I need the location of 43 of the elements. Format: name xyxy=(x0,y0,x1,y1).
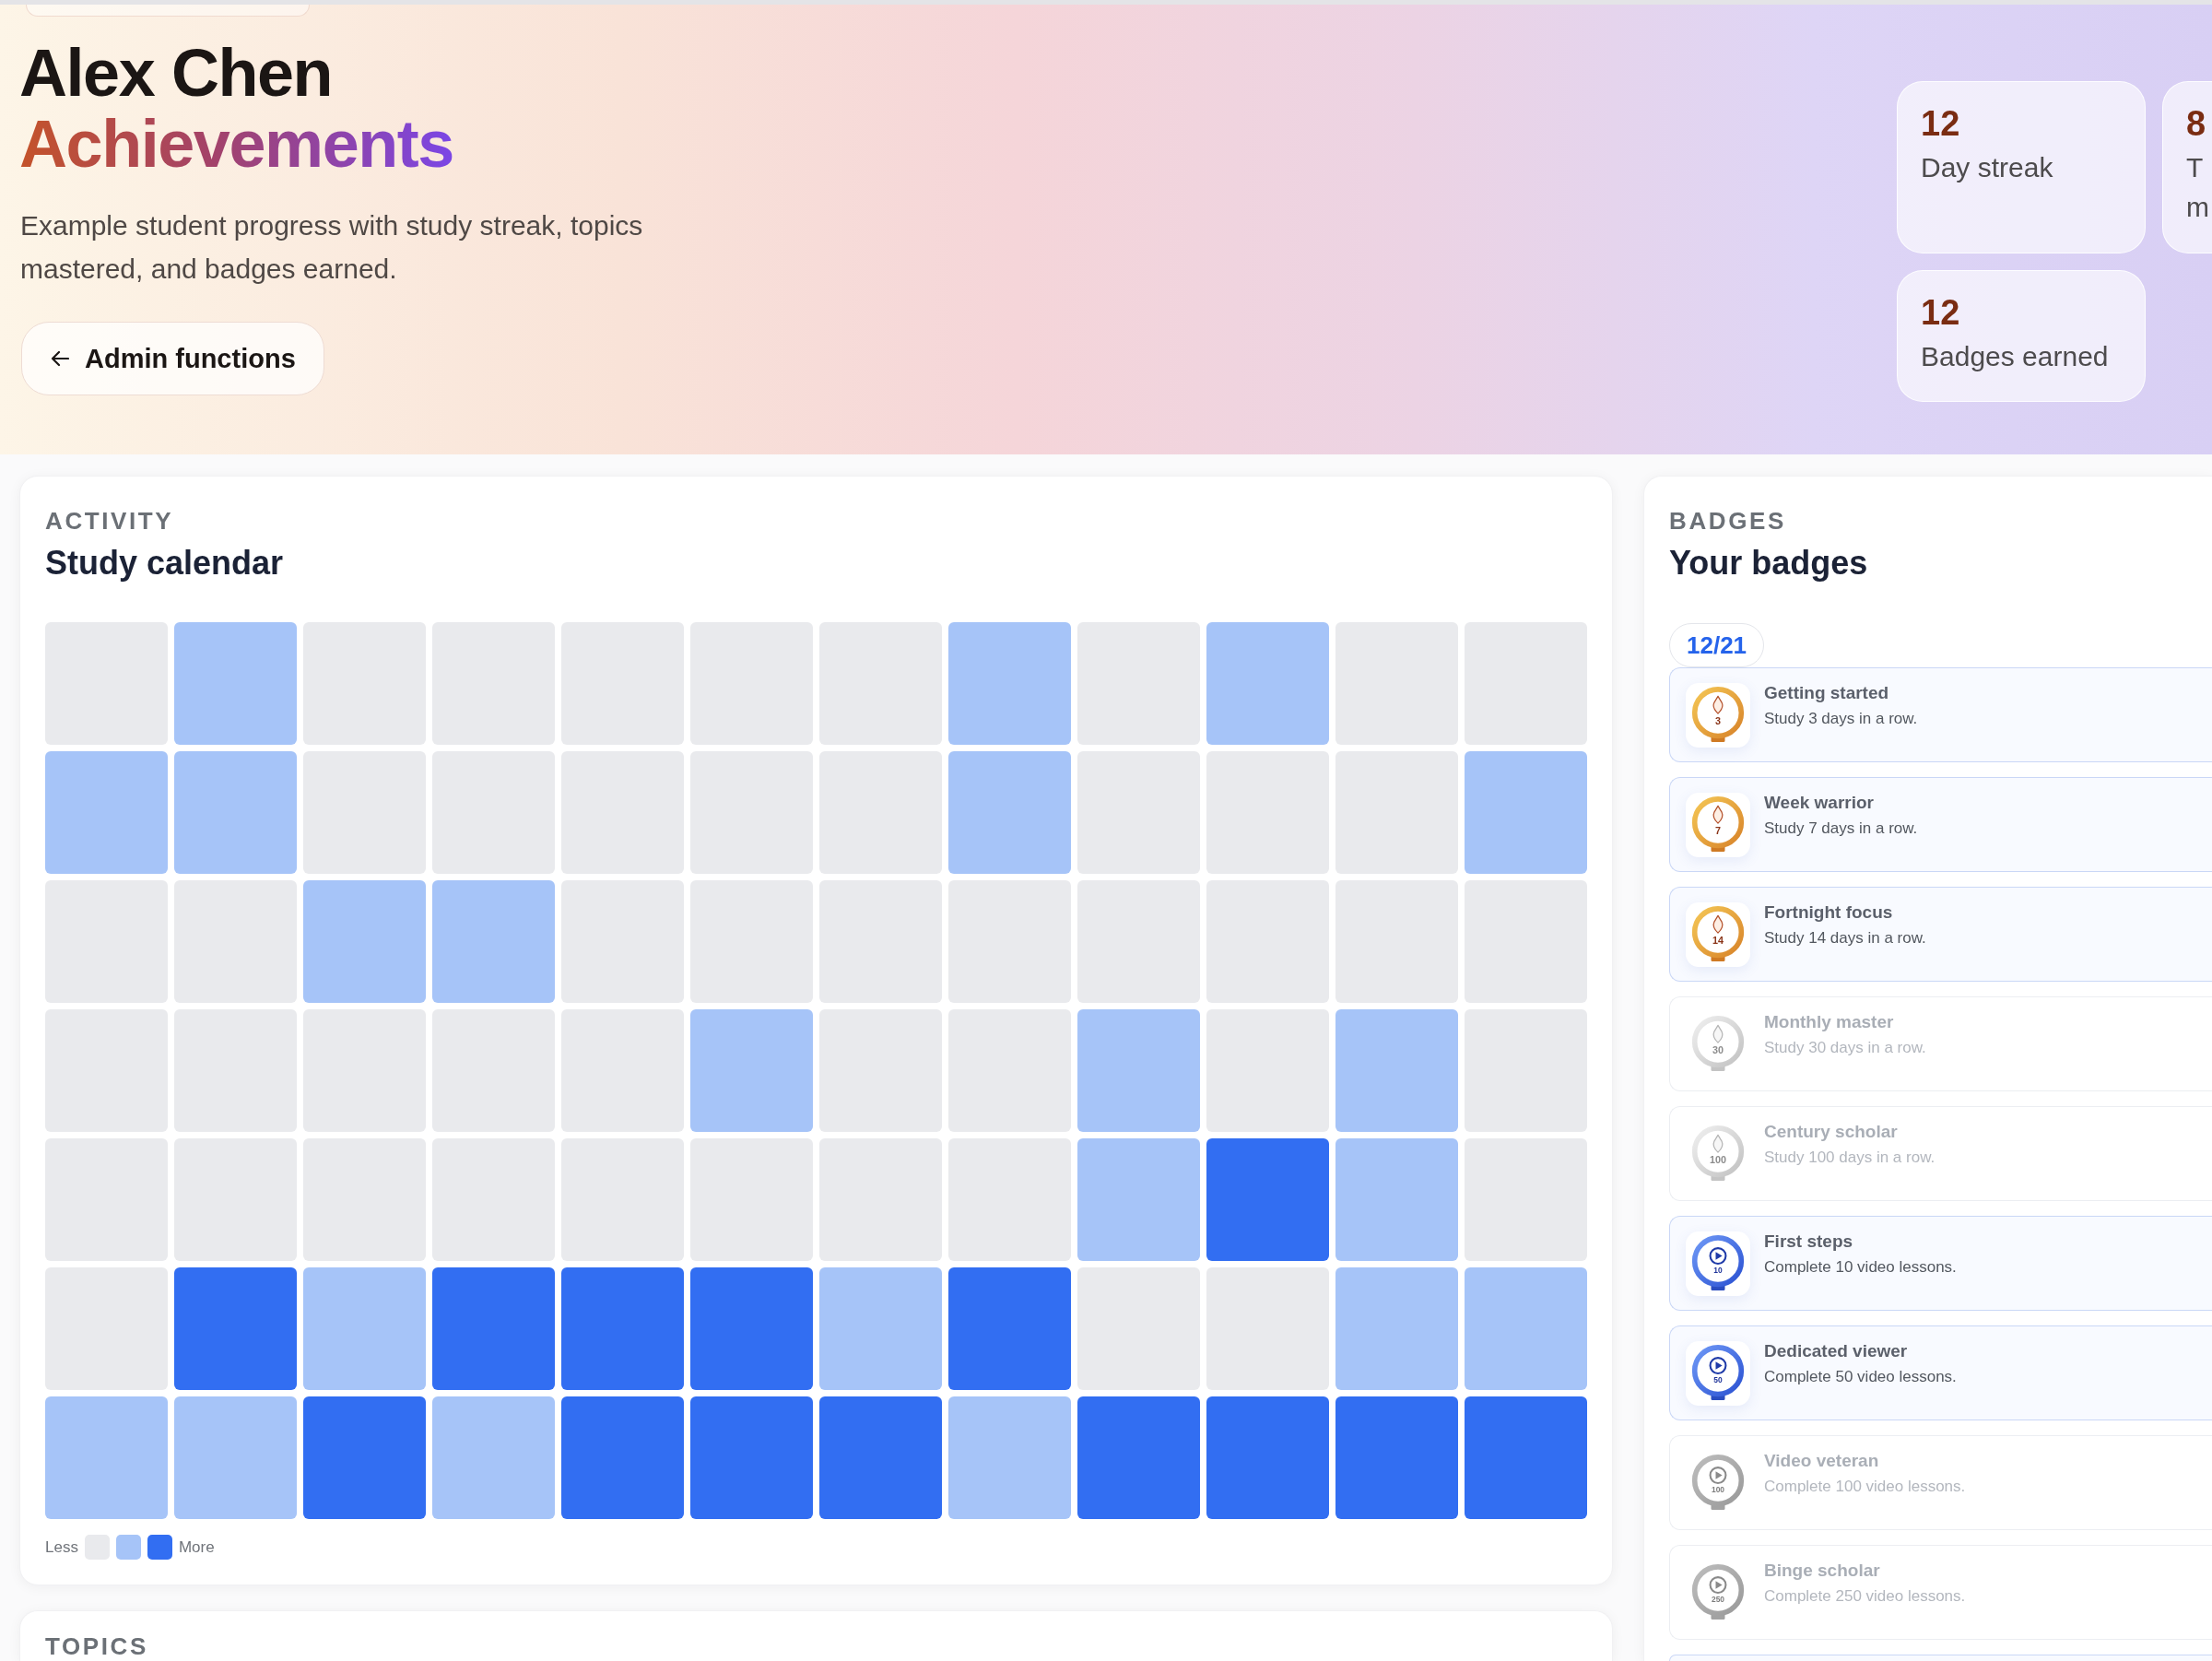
stat-value: 12 xyxy=(1921,293,1961,333)
badge-title: Dedicated viewer xyxy=(1764,1340,1909,1362)
stat-value: 12 xyxy=(1921,105,1961,144)
section-label: BADGES xyxy=(1669,507,1786,536)
badge-title: Fortnight focus xyxy=(1764,901,1894,924)
stat-value: 8 xyxy=(2186,105,2207,144)
medal-number: 3 xyxy=(1715,714,1721,726)
section-label: TOPICS xyxy=(45,1633,149,1660)
badge-title: Video veteran xyxy=(1764,1450,1880,1472)
section-title: Your badges xyxy=(1669,543,1868,583)
stat-label: Badges earned xyxy=(1921,339,2110,373)
page-description: Example student progress with study streak, topics mastered, and badges earned. xyxy=(20,209,644,287)
stat-label: T m xyxy=(2186,150,2210,225)
medal-number: 14 xyxy=(1712,934,1724,946)
badge-description: Complete 50 video lessons. xyxy=(1764,1367,1957,1387)
badge-description: Study 100 days in a row. xyxy=(1764,1148,1936,1168)
section-title: Study calendar xyxy=(45,543,285,583)
badge-title: Century scholar xyxy=(1764,1121,1899,1143)
section-label: ACTIVITY xyxy=(45,507,175,536)
medal-number: 250 xyxy=(1711,1594,1725,1604)
legend-label: More xyxy=(178,1537,215,1557)
medal-number: 50 xyxy=(1713,1374,1723,1384)
earned-count: 12/21 xyxy=(1669,623,1765,667)
medal-number: 100 xyxy=(1711,1484,1725,1494)
badge-title: Week warrior xyxy=(1764,792,1875,814)
medal-number: 30 xyxy=(1712,1043,1724,1055)
stat-label: Day streak xyxy=(1921,150,2054,184)
badge-description: Study 7 days in a row. xyxy=(1764,819,1918,839)
badge-description: Complete 100 video lessons. xyxy=(1764,1477,1966,1497)
badge-description: Study 14 days in a row. xyxy=(1764,928,1926,948)
student-name: Alex Chen xyxy=(19,38,333,110)
badge-description: Complete 10 video lessons. xyxy=(1764,1257,1957,1278)
badge-description: Complete 250 video lessons. xyxy=(1764,1586,1966,1607)
badge-title: Getting started xyxy=(1764,682,1890,704)
badge-description: Study 30 days in a row. xyxy=(1764,1038,1926,1058)
medal-number: 100 xyxy=(1710,1153,1726,1165)
medal-number: 10 xyxy=(1713,1265,1723,1275)
legend-label: Less xyxy=(45,1537,78,1557)
badge-title: First steps xyxy=(1764,1231,1854,1253)
badge-title: Monthly master xyxy=(1764,1011,1895,1033)
medal-number: 7 xyxy=(1715,824,1721,836)
badge-description: Study 3 days in a row. xyxy=(1764,709,1918,729)
badge-title: Binge scholar xyxy=(1764,1560,1881,1582)
